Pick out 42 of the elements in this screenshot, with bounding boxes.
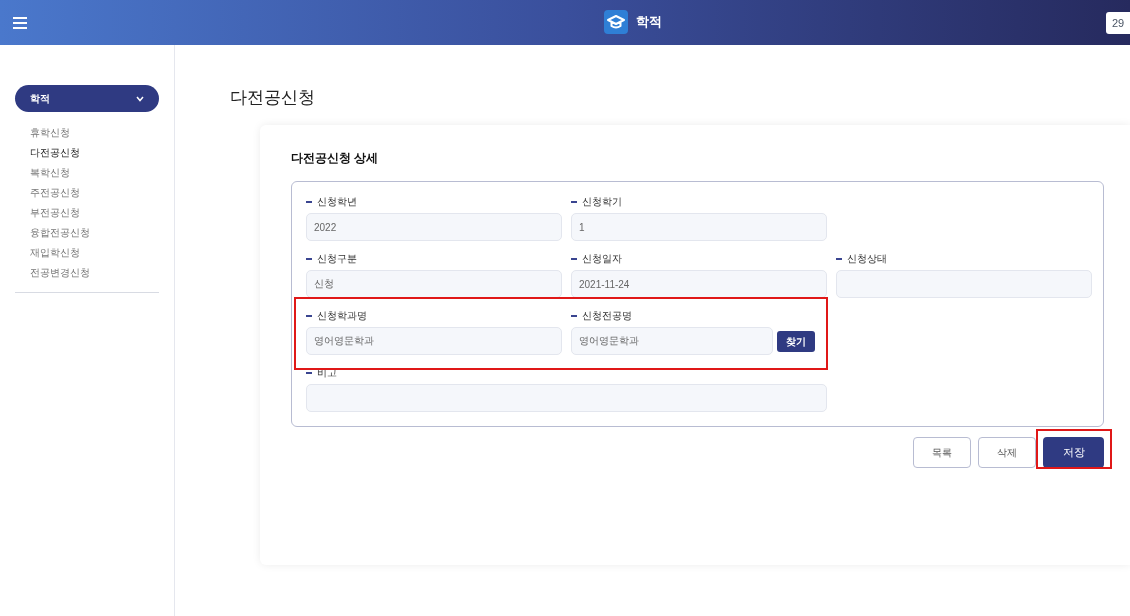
sidebar-menu-header[interactable]: 학적 (15, 85, 159, 112)
app-title: 학적 (636, 13, 662, 32)
bullet-icon (571, 200, 577, 203)
bullet-icon (306, 200, 312, 203)
graduation-cap-icon (604, 10, 628, 34)
input-field[interactable] (306, 384, 827, 412)
input-field[interactable]: 2022 (306, 213, 562, 241)
field-label: 신청일자 (582, 252, 622, 266)
sidebar-item[interactable]: 부전공신청 (30, 203, 144, 222)
bullet-icon (571, 314, 577, 317)
section-title: 다전공신청 상세 (291, 150, 380, 167)
bullet-icon (306, 371, 312, 374)
field-label: 신청상태 (847, 252, 887, 266)
input-field[interactable]: 영어영문학과 (571, 327, 773, 355)
input-field[interactable] (836, 270, 1092, 298)
action-button[interactable]: 삭제 (978, 437, 1036, 468)
input-field[interactable]: 신청 (306, 270, 562, 298)
bullet-icon (836, 257, 842, 260)
header-field[interactable]: 29 (1106, 12, 1130, 34)
field-label: 신청전공명 (582, 309, 632, 323)
sidebar-item[interactable]: 재입학신청 (30, 243, 144, 262)
action-button[interactable]: 목록 (913, 437, 971, 468)
field-label: 신청학년 (317, 195, 357, 209)
action-button[interactable]: 저장 (1043, 437, 1104, 468)
sidebar-item[interactable]: 주전공신청 (30, 183, 144, 202)
bullet-icon (306, 257, 312, 260)
sidebar-item[interactable]: 전공변경신청 (30, 263, 144, 282)
page-title: 다전공신청 (230, 87, 316, 109)
bullet-icon (571, 257, 577, 260)
input-field[interactable]: 1 (571, 213, 827, 241)
search-button[interactable]: 찾기 (777, 330, 815, 352)
menu-icon[interactable] (13, 16, 27, 29)
field-label: 신청학과명 (317, 309, 367, 323)
input-field[interactable]: 영어영문학과 (306, 327, 562, 355)
field-label: 신청학기 (582, 195, 622, 209)
sidebar-item[interactable]: 휴학신청 (30, 123, 144, 142)
bullet-icon (306, 314, 312, 317)
sidebar-item[interactable]: 복학신청 (30, 163, 144, 182)
field-label: 신청구분 (317, 252, 357, 266)
input-field[interactable]: 2021-11-24 (571, 270, 827, 298)
sidebar-item[interactable]: 융합전공신청 (30, 223, 144, 242)
sidebar-item[interactable]: 다전공신청 (30, 143, 144, 162)
